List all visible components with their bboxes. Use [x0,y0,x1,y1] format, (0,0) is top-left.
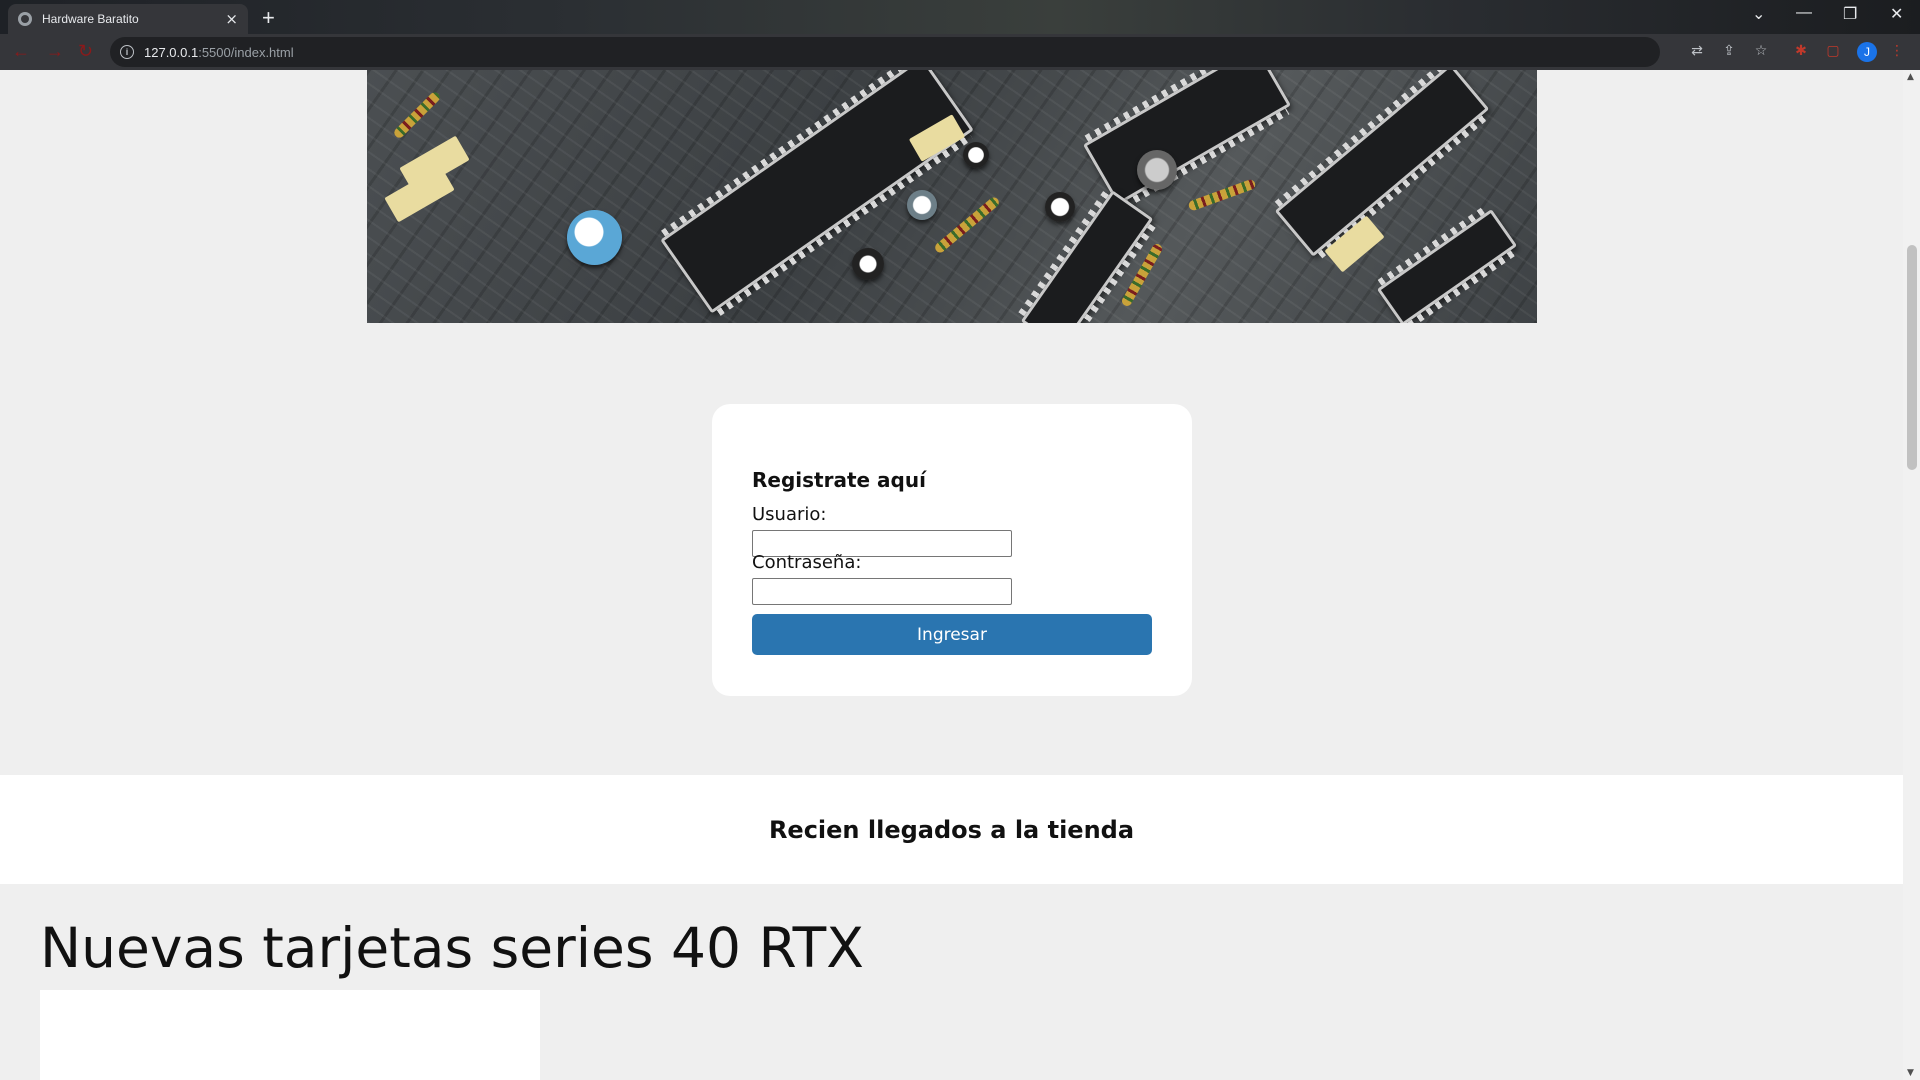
resistor-graphic [392,90,442,140]
back-icon[interactable]: ← [12,41,30,62]
vertical-scrollbar[interactable]: ▲ ▼ [1903,70,1920,1080]
sidebar-icon[interactable]: ▢ [1824,43,1842,61]
resistor-graphic [933,195,1001,255]
product-card[interactable] [40,990,540,1080]
capacitor-graphic [1045,192,1075,222]
recent-arrivals-heading: Recien llegados a la tienda [768,815,1135,844]
login-submit-button[interactable]: Ingresar [752,614,1152,655]
scroll-up-arrow-icon[interactable]: ▲ [1907,72,1914,82]
minimize-button[interactable]: — [1796,4,1812,22]
restore-button[interactable]: ❐ [1843,4,1857,24]
scroll-down-arrow-icon[interactable]: ▼ [1907,1068,1914,1078]
chip-graphic [1020,190,1154,323]
browser-toolbar: ← → ↻ i 127.0.0.1:5500/index.html ⇄ ⇪ ☆ … [0,34,1920,70]
capacitor-graphic [907,190,937,220]
chip-graphic [1376,208,1518,323]
login-card: Registrate aquí Usuario: Contraseña: Ing… [712,404,1192,696]
scrollbar-thumb[interactable] [1907,245,1917,470]
address-bar[interactable]: i 127.0.0.1:5500/index.html [110,37,1660,67]
url-host: 127.0.0.1 [144,44,199,60]
browser-tab[interactable]: Hardware Baratito × [8,4,248,34]
info-icon[interactable]: i [120,45,134,59]
close-window-button[interactable]: ✕ [1890,4,1903,24]
close-icon[interactable]: × [225,10,238,28]
menu-icon[interactable]: ⋮ [1888,43,1906,61]
page-viewport: Registrate aquí Usuario: Contraseña: Ing… [0,70,1903,1080]
profile-avatar[interactable]: J [1857,42,1877,62]
tab-title: Hardware Baratito [42,12,139,26]
password-label: Contraseña: [752,552,862,573]
browser-tab-strip: Hardware Baratito × + ⌄ — ❐ ✕ [0,0,1920,34]
recent-arrivals-band: Recien llegados a la tienda [0,775,1903,884]
star-icon[interactable]: ☆ [1752,43,1770,61]
login-heading: Registrate aquí [752,468,926,492]
circuit-board-banner-image [367,70,1537,323]
url-path: :5500/index.html [198,44,294,60]
capacitor-graphic [567,210,622,265]
translate-icon[interactable]: ⇄ [1688,43,1706,61]
username-label: Usuario: [752,504,827,525]
capacitor-graphic [852,248,884,280]
share-icon[interactable]: ⇪ [1720,43,1738,61]
password-input[interactable] [752,578,1012,605]
tab-search-icon[interactable]: ⌄ [1752,4,1765,24]
chip-graphic [1082,70,1292,206]
capacitor-graphic [963,142,989,168]
reload-icon[interactable]: ↻ [78,41,93,62]
section-title: Nuevas tarjetas series 40 RTX [40,916,864,980]
plus-icon[interactable]: + [262,5,275,31]
resistor-graphic [1187,178,1257,212]
forward-icon[interactable]: → [46,41,64,62]
globe-icon [18,12,32,26]
capacitor-graphic [1137,150,1177,190]
extensions-icon[interactable]: ✱ [1792,43,1810,61]
